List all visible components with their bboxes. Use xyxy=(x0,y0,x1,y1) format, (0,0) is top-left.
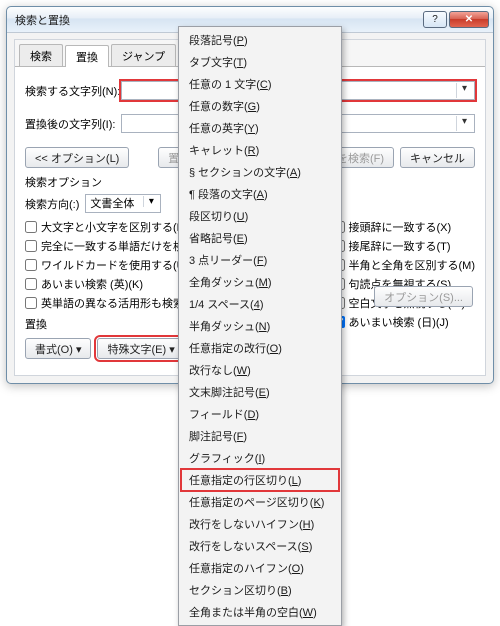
replace-label: 置換後の文字列(I): xyxy=(25,116,121,132)
special-chars-button[interactable]: 特殊文字(E) ▾ xyxy=(97,338,184,359)
right-opt-label-1: 接尾辞に一致する(T) xyxy=(349,238,451,254)
options-toggle-button[interactable]: << オプション(L) xyxy=(25,147,129,168)
menu-item-4[interactable]: 任意の英字(Y) xyxy=(181,117,339,139)
help-button[interactable]: ? xyxy=(423,11,447,28)
menu-item-1[interactable]: タブ文字(T) xyxy=(181,51,339,73)
tab-replace[interactable]: 置換 xyxy=(65,45,109,67)
menu-item-14[interactable]: 任意指定の改行(O) xyxy=(181,337,339,359)
left-opt-label-2: ワイルドカードを使用する(U) xyxy=(41,257,188,273)
left-opt-checkbox-4[interactable] xyxy=(25,297,37,309)
right-options: 接頭辞に一致する(X)接尾辞に一致する(T)半角と全角を区別する(M)句読点を無… xyxy=(333,219,476,330)
menu-item-20[interactable]: 任意指定の行区切り(L) xyxy=(181,469,339,491)
right-opt-0[interactable]: 接頭辞に一致する(X) xyxy=(333,219,476,235)
menu-item-21[interactable]: 任意指定のページ区切り(K) xyxy=(181,491,339,513)
menu-item-19[interactable]: グラフィック(I) xyxy=(181,447,339,469)
menu-item-26[interactable]: 全角または半角の空白(W) xyxy=(181,601,339,623)
tab-search[interactable]: 検索 xyxy=(19,44,63,66)
menu-item-25[interactable]: セクション区切り(B) xyxy=(181,579,339,601)
left-opt-label-4: 英単語の異なる活用形も検索 xyxy=(41,295,184,311)
left-opt-label-3: あいまい検索 (英)(K) xyxy=(41,276,143,292)
menu-item-22[interactable]: 改行をしないハイフン(H) xyxy=(181,513,339,535)
menu-item-8[interactable]: 段区切り(U) xyxy=(181,205,339,227)
menu-item-6[interactable]: § セクションの文字(A) xyxy=(181,161,339,183)
menu-item-11[interactable]: 全角ダッシュ(M) xyxy=(181,271,339,293)
left-opt-checkbox-3[interactable] xyxy=(25,278,37,290)
replace-section-label: 置換 xyxy=(25,316,185,332)
right-opt-1[interactable]: 接尾辞に一致する(T) xyxy=(333,238,476,254)
direction-label: 検索方向(:) xyxy=(25,196,79,212)
menu-item-9[interactable]: 省略記号(E) xyxy=(181,227,339,249)
menu-item-15[interactable]: 改行なし(W) xyxy=(181,359,339,381)
left-opt-checkbox-1[interactable] xyxy=(25,240,37,252)
left-opt-3[interactable]: あいまい検索 (英)(K) xyxy=(25,276,188,292)
format-button[interactable]: 書式(O) ▾ xyxy=(25,338,91,359)
left-opt-checkbox-0[interactable] xyxy=(25,221,37,233)
menu-item-23[interactable]: 改行をしないスペース(S) xyxy=(181,535,339,557)
menu-item-13[interactable]: 半角ダッシュ(N) xyxy=(181,315,339,337)
menu-item-18[interactable]: 脚注記号(F) xyxy=(181,425,339,447)
left-opt-2[interactable]: ワイルドカードを使用する(U) xyxy=(25,257,188,273)
right-opt-2[interactable]: 半角と全角を区別する(M) xyxy=(333,257,476,273)
direction-value: 文書全体 xyxy=(86,198,134,210)
special-chars-menu: 段落記号(P)タブ文字(T)任意の 1 文字(C)任意の数字(G)任意の英字(Y… xyxy=(178,26,342,626)
right-opt-label-0: 接頭辞に一致する(X) xyxy=(349,219,452,235)
left-opt-checkbox-2[interactable] xyxy=(25,259,37,271)
left-opt-1[interactable]: 完全に一致する単語だけを検 xyxy=(25,238,188,254)
right-opt-5[interactable]: あいまい検索 (日)(J) xyxy=(333,314,476,330)
menu-item-0[interactable]: 段落記号(P) xyxy=(181,29,339,51)
menu-item-12[interactable]: 1/4 スペース(4) xyxy=(181,293,339,315)
menu-item-2[interactable]: 任意の 1 文字(C) xyxy=(181,73,339,95)
left-opt-label-0: 大文字と小文字を区別する(H xyxy=(41,219,185,235)
close-button[interactable]: ✕ xyxy=(449,11,489,28)
menu-item-3[interactable]: 任意の数字(G) xyxy=(181,95,339,117)
options-button[interactable]: オプション(S)... xyxy=(374,286,473,307)
tab-jump[interactable]: ジャンプ xyxy=(111,44,176,66)
right-opt-label-5: あいまい検索 (日)(J) xyxy=(349,314,449,330)
menu-item-5[interactable]: キャレット(R) xyxy=(181,139,339,161)
menu-item-16[interactable]: 文末脚注記号(E) xyxy=(181,381,339,403)
menu-item-24[interactable]: 任意指定のハイフン(O) xyxy=(181,557,339,579)
find-label: 検索する文字列(N): xyxy=(25,83,121,99)
left-opt-4[interactable]: 英単語の異なる活用形も検索 xyxy=(25,295,188,311)
menu-item-17[interactable]: フィールド(D) xyxy=(181,403,339,425)
direction-select[interactable]: 文書全体 xyxy=(85,194,161,213)
right-opt-label-2: 半角と全角を区別する(M) xyxy=(349,257,476,273)
left-opt-0[interactable]: 大文字と小文字を区別する(H xyxy=(25,219,188,235)
left-opt-label-1: 完全に一致する単語だけを検 xyxy=(41,238,184,254)
menu-item-10[interactable]: 3 点リーダー(F) xyxy=(181,249,339,271)
cancel-button[interactable]: キャンセル xyxy=(400,147,475,168)
menu-item-7[interactable]: ¶ 段落の文字(A) xyxy=(181,183,339,205)
